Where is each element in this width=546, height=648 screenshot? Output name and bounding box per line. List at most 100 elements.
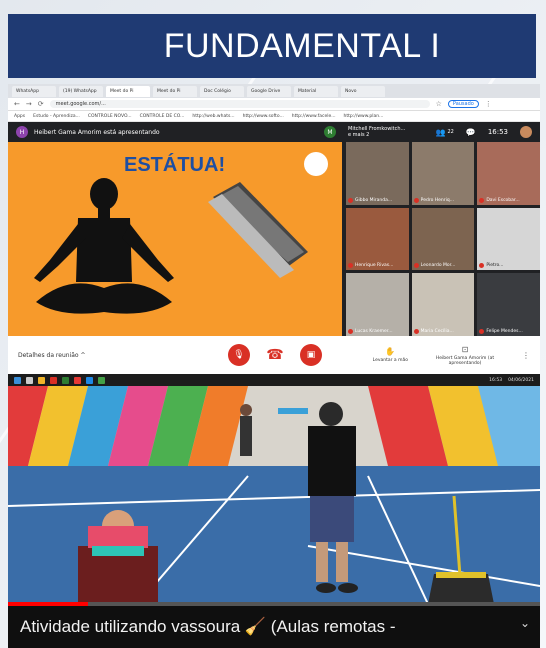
present-button[interactable]: ⊡ Heibert Gama Amorim (at apresentando) (430, 345, 500, 366)
bookmarks-bar: Apps Estudo - Aprendiza... CONTROLE NOVO… (8, 111, 540, 122)
bookmark-item[interactable]: http://www.plan... (344, 114, 384, 119)
mic-off-button[interactable]: 🎙 (228, 344, 250, 366)
bookmark-item[interactable]: http://web.whats... (192, 114, 234, 119)
presentation-slide: ESTÁTUA! (8, 142, 342, 336)
participant-name: Felipe Mendes... (486, 329, 523, 334)
url-field[interactable]: meet.google.com/... (49, 100, 430, 108)
chevron-up-icon: ^ (80, 351, 86, 359)
bookmark-item[interactable]: CONTROLE DE CO... (140, 114, 185, 119)
participant-name: Lucas Kraemer... (355, 329, 393, 334)
user-avatar[interactable] (520, 126, 532, 138)
meet-right-controls: ✋ Levantar a mão ⊡ Heibert Gama Amorim (… (373, 345, 530, 366)
bookmark-item[interactable]: http://www.softo... (243, 114, 284, 119)
search-icon[interactable] (26, 376, 33, 384)
meet-topbar: H Heibert Gama Amorim está apresentando … (8, 122, 540, 142)
gym-scene (8, 386, 540, 604)
browser-tab-active[interactable]: Meet do Pi (106, 85, 150, 97)
bookmark-item[interactable]: http://www.facele... (292, 114, 336, 119)
pinned-participant: Mitchell Fromkowitch... e mais 2 (348, 126, 405, 138)
tray-date: 04/06/2021 (508, 377, 534, 383)
video-frame[interactable] (8, 386, 540, 604)
meet-controls: Detalhes da reunião ^ 🎙 ☎ ▣ ✋ Levantar a… (8, 336, 540, 374)
app-icon[interactable] (62, 376, 69, 384)
participant-tile[interactable]: Henrique Rivas... (346, 207, 409, 271)
mic-off-icon: 🎙 (233, 350, 245, 360)
muted-mic-icon (479, 263, 485, 269)
participant-name: Pietro... (486, 263, 504, 269)
address-bar-row: ← → ⟳ meet.google.com/... ☆ Pausado ⋮ (8, 98, 540, 111)
participant-name: Maria Cecília... (420, 329, 454, 334)
forward-arrow-icon[interactable]: → (26, 100, 32, 108)
pinned-avatar: M (324, 126, 336, 138)
windows-taskbar: 16:53 04/06/2021 (8, 374, 540, 386)
people-icon[interactable]: 👥 (436, 128, 446, 137)
app-icon[interactable] (50, 376, 57, 384)
meet-screenshot: WhatsApp (19) WhatsApp Meet do Pi Meet d… (8, 84, 540, 374)
pinned-sub: e mais 2 (348, 132, 370, 138)
browser-tab[interactable]: Novo (341, 85, 385, 97)
profile-button[interactable]: Pausado (447, 100, 479, 108)
bookmark-item[interactable]: Apps (14, 114, 25, 119)
meeting-details[interactable]: Detalhes da reunião ^ (18, 352, 228, 359)
reload-icon[interactable]: ⟳ (38, 100, 44, 108)
hang-up-button[interactable]: ☎ (264, 344, 286, 366)
browser-tab[interactable]: Material (294, 85, 338, 97)
participant-name: Henrique Rivas... (355, 263, 394, 269)
browser-tabstrip: WhatsApp (19) WhatsApp Meet do Pi Meet d… (8, 84, 540, 98)
muted-mic-icon (479, 197, 485, 203)
banner-title: FUNDAMENTAL I (163, 26, 441, 65)
browser-tab[interactable]: Google Drive (247, 85, 291, 97)
participant-tile[interactable]: Felipe Mendes... (477, 273, 540, 336)
participant-tile[interactable]: Gibbo Miranda... (346, 142, 409, 205)
muted-mic-icon (413, 263, 419, 269)
hand-icon: ✋ (385, 347, 396, 356)
broom-illustration-icon (208, 182, 308, 278)
participant-tile[interactable]: Pedro Henriq... (411, 142, 475, 205)
muted-mic-icon (413, 329, 419, 334)
meditation-silhouette-icon (34, 178, 174, 314)
windows-start-icon[interactable] (14, 376, 21, 384)
chrome-icon[interactable] (74, 376, 81, 384)
bookmark-item[interactable]: Estudo - Aprendiza... (33, 114, 80, 119)
tray-time: 16:53 (489, 377, 503, 383)
people-count: 22 (447, 129, 454, 135)
camera-off-button[interactable]: ▣ (300, 344, 322, 366)
browser-tab[interactable]: (19) WhatsApp (59, 85, 103, 97)
participant-name: Davi Escobar... (486, 197, 520, 203)
participant-name: Leonardo Mor... (420, 263, 456, 269)
video-title: Atividade utilizando vassoura 🧹 (Aulas r… (20, 617, 396, 636)
more-options-icon[interactable]: ⋮ (522, 351, 530, 360)
participant-tile[interactable]: Leonardo Mor... (411, 207, 475, 271)
bookmark-item[interactable]: CONTROLE NOVO... (88, 114, 132, 119)
browser-tab[interactable]: Doc Colégio (200, 85, 244, 97)
present-label: Heibert Gama Amorim (at apresentando) (435, 355, 495, 366)
raise-hand-label: Levantar a mão (372, 358, 408, 363)
participant-grid: Gibbo Miranda... Pedro Henriq... Davi Es… (346, 142, 540, 336)
participant-tile[interactable]: Davi Escobar... (477, 142, 540, 205)
presenter-avatar: H (16, 126, 28, 138)
muted-mic-icon (348, 329, 353, 334)
browser-tab[interactable]: WhatsApp (12, 85, 56, 97)
browser-tab[interactable]: Meet do Pi (153, 85, 197, 97)
participant-tile[interactable]: Maria Cecília... (411, 273, 475, 336)
menu-dots-icon[interactable]: ⋮ (485, 100, 492, 108)
back-arrow-icon[interactable]: ← (14, 100, 20, 108)
presenting-text: Heibert Gama Amorim está apresentando (34, 128, 160, 136)
muted-mic-icon (348, 197, 353, 203)
app-icon[interactable] (86, 376, 93, 384)
slide-illustration (34, 178, 308, 314)
meeting-details-label: Detalhes da reunião (18, 351, 79, 359)
title-banner: FUNDAMENTAL I (8, 14, 536, 78)
explorer-icon[interactable] (38, 376, 45, 384)
chevron-down-icon[interactable]: ⌄ (520, 616, 530, 630)
participant-name: Gibbo Miranda... (355, 197, 393, 203)
phone-hangup-icon: ☎ (266, 347, 284, 363)
star-icon[interactable]: ☆ (436, 100, 442, 108)
muted-mic-icon (413, 197, 419, 203)
participant-tile[interactable]: Lucas Kraemer... (346, 273, 409, 336)
participant-tile[interactable]: Pietro... (477, 207, 540, 271)
participant-name: Pedro Henriq... (420, 197, 455, 203)
chat-icon[interactable]: 💬 (466, 128, 476, 137)
raise-hand-button[interactable]: ✋ Levantar a mão (373, 347, 408, 363)
app-icon[interactable] (98, 376, 105, 384)
